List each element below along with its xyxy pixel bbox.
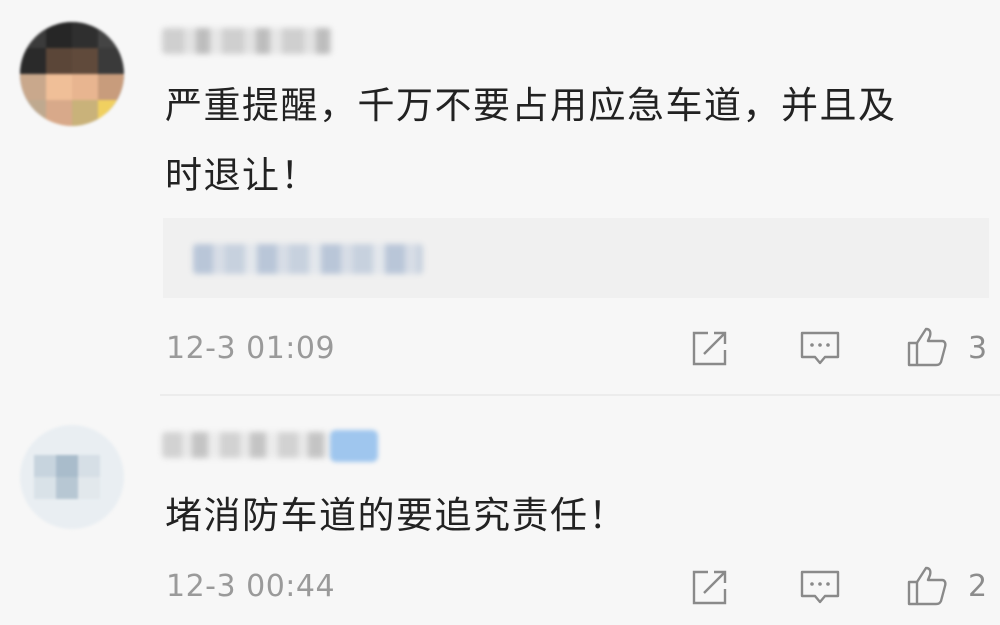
avatar[interactable] [20,22,124,126]
thumbs-up-icon [907,566,947,606]
comment-timestamp: 12-3 01:09 [166,331,336,366]
comment-text-line: 时退让！ [165,154,319,197]
reply-preview-blurred [193,244,423,274]
comment-text: 堵消防车道的要追究责任！ [165,481,985,551]
share-icon [692,570,727,605]
like-count: 3 [968,331,988,366]
avatar[interactable] [20,425,124,529]
comment-text-line: 堵消防车道的要追究责任！ [165,494,627,537]
username-blurred[interactable] [162,28,332,54]
comment-timestamp: 12-3 00:44 [166,569,336,604]
comment-list: 严重提醒，千万不要占用应急车道，并且及 时退让！ 12-3 01:09 3 堵消… [0,0,1000,625]
like-count: 2 [968,569,988,604]
comment-item: 严重提醒，千万不要占用应急车道，并且及 时退让！ 12-3 01:09 3 [0,0,1000,393]
like-button[interactable] [905,324,949,368]
comment-text-line: 严重提醒，千万不要占用应急车道，并且及 [165,84,897,127]
share-button[interactable] [688,565,732,609]
comment-icon [800,570,840,604]
comment-text: 严重提醒，千万不要占用应急车道，并且及 时退让！ [165,71,985,211]
username-blurred[interactable] [162,432,332,458]
thumbs-up-icon [907,327,947,367]
share-icon [692,331,727,366]
comment-icon [800,331,840,365]
reply-button[interactable] [798,565,842,609]
share-button[interactable] [688,326,732,370]
like-button[interactable] [905,563,949,607]
user-badge-blurred [330,430,378,462]
reply-button[interactable] [798,326,842,370]
reply-preview[interactable] [163,218,989,298]
divider [160,394,1000,396]
